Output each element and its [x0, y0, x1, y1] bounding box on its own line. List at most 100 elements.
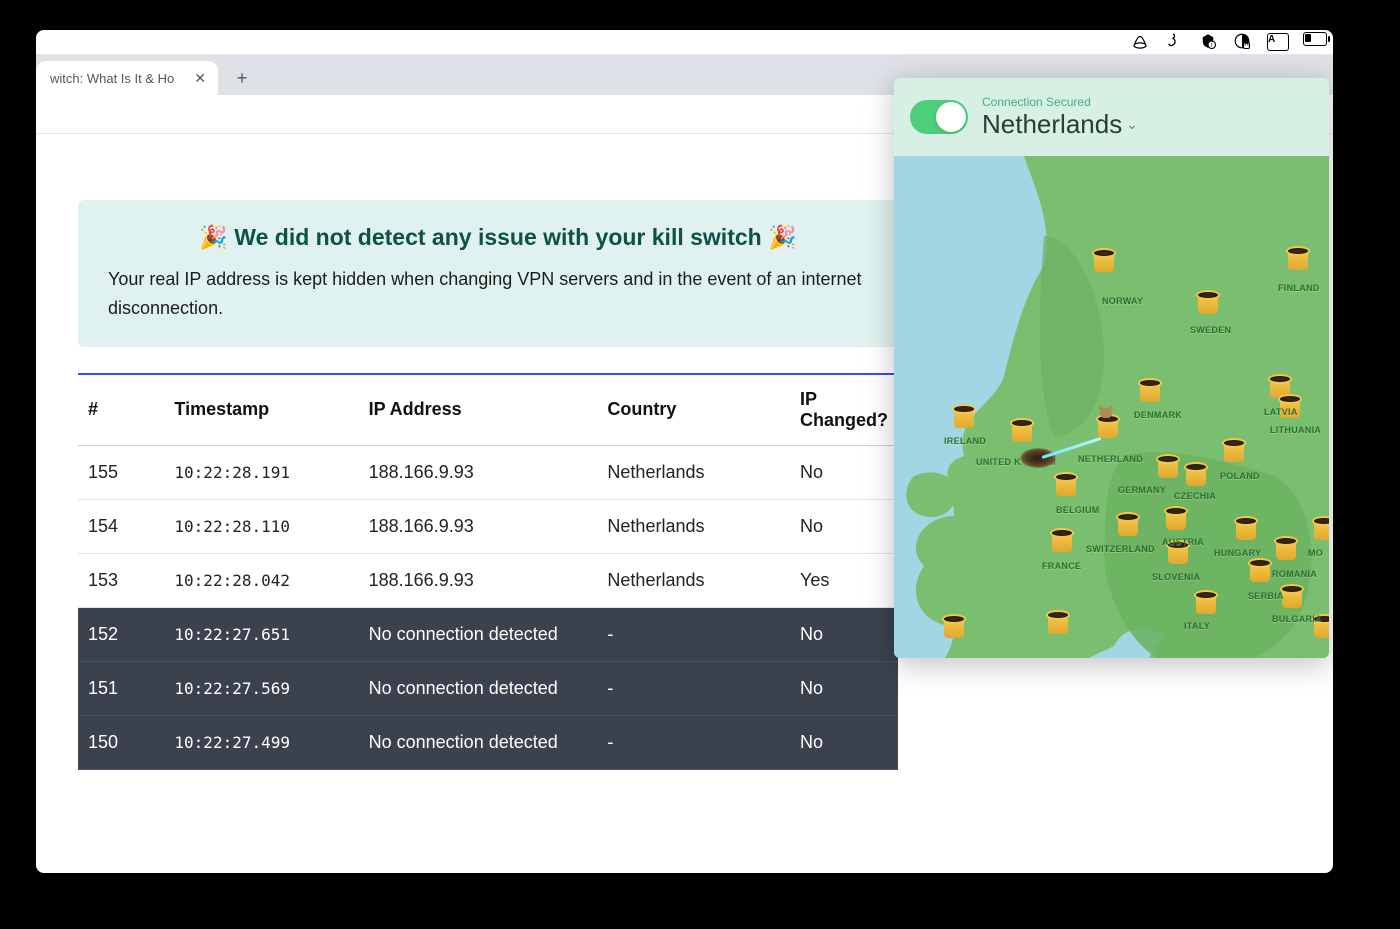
map-country-label: LITHUANIA	[1270, 425, 1321, 435]
cell-ip: No connection detected	[359, 607, 598, 661]
cell-country: -	[597, 661, 790, 715]
menubar-icon-1[interactable]	[1131, 32, 1151, 52]
map-tunnel-marker[interactable]	[1194, 590, 1218, 616]
menubar-icon-4[interactable]	[1233, 32, 1253, 52]
map-country-label: SWITZERLAND	[1086, 544, 1155, 554]
menubar-icon-3[interactable]: !	[1199, 32, 1219, 52]
map-tunnel-marker[interactable]	[1138, 378, 1162, 404]
map-tunnel-marker[interactable]	[1196, 290, 1220, 316]
map-country-label: NETHERLAND	[1078, 454, 1143, 464]
map-country-label: BULGARIA	[1272, 614, 1322, 624]
map-tunnel-marker[interactable]	[1312, 516, 1329, 542]
cell-ip: No connection detected	[359, 661, 598, 715]
table-row: 15210:22:27.651No connection detected-No	[78, 607, 898, 661]
map-country-label: MO	[1308, 548, 1323, 558]
map-country-label: UNITED K	[976, 457, 1021, 467]
cell-ip: No connection detected	[359, 715, 598, 769]
map-country-label: ITALY	[1184, 621, 1210, 631]
cell-timestamp: 10:22:27.651	[164, 607, 358, 661]
table-row: 15510:22:28.191188.166.9.93NetherlandsNo	[78, 445, 898, 499]
map-country-label: LATVIA	[1264, 407, 1298, 417]
map-country-label: IRELAND	[944, 436, 986, 446]
map-bear-icon	[1097, 406, 1115, 420]
vpn-popover: ⤢ ⚙ Connection Secured Netherlands⌄	[894, 78, 1329, 658]
table-row: 15410:22:28.110188.166.9.93NetherlandsNo	[78, 499, 898, 553]
banner-heading: 🎉 We did not detect any issue with your …	[108, 224, 888, 251]
map-country-label: CZECHIA	[1174, 491, 1216, 501]
battery-icon[interactable]	[1303, 32, 1323, 52]
cell-country: -	[597, 607, 790, 661]
cell-country: Netherlands	[597, 445, 790, 499]
map-country-label: DENMARK	[1134, 410, 1182, 420]
map-country-label: BELGIUM	[1056, 505, 1100, 515]
cell-ip: 188.166.9.93	[359, 499, 598, 553]
map-tunnel-marker[interactable]	[1184, 462, 1208, 488]
map-country-label: SERBIA	[1248, 591, 1284, 601]
cell-country: Netherlands	[597, 553, 790, 607]
map-country-label: SLOVENIA	[1152, 572, 1200, 582]
menu-bar: ! A	[36, 30, 1333, 55]
banner-body: Your real IP address is kept hidden when…	[108, 265, 888, 323]
map-tunnel-marker[interactable]	[1234, 516, 1258, 542]
cell-ip: 188.166.9.93	[359, 445, 598, 499]
map-country-label: HUNGARY	[1214, 548, 1261, 558]
map-tunnel-marker[interactable]	[1156, 454, 1180, 480]
map-tunnel-marker[interactable]	[1274, 536, 1298, 562]
col-ip: IP Address	[359, 374, 598, 446]
browser-tab[interactable]: witch: What Is It & Ho ✕	[36, 61, 218, 95]
close-tab-icon[interactable]: ✕	[194, 70, 206, 87]
map-country-label: SWEDEN	[1190, 325, 1231, 335]
cell-num: 150	[78, 715, 164, 769]
map-tunnel-marker[interactable]	[942, 614, 966, 640]
cell-timestamp: 10:22:28.110	[164, 499, 358, 553]
cell-timestamp: 10:22:28.191	[164, 445, 358, 499]
col-num: #	[78, 374, 164, 446]
col-country: Country	[597, 374, 790, 446]
map-country-label: FINLAND	[1278, 283, 1320, 293]
cell-country: Netherlands	[597, 499, 790, 553]
map-tunnel-marker[interactable]	[1286, 246, 1310, 272]
vpn-toggle[interactable]	[910, 100, 968, 134]
vpn-map[interactable]: NORWAY FINLAND SWEDEN LATVIA DENMARK LITHUANI…	[894, 156, 1329, 658]
cell-num: 151	[78, 661, 164, 715]
table-row: 15110:22:27.569No connection detected-No	[78, 661, 898, 715]
cell-country: -	[597, 715, 790, 769]
map-tunnel-marker[interactable]	[1010, 418, 1034, 444]
map-origin-hole	[1020, 448, 1056, 468]
cell-num: 152	[78, 607, 164, 661]
map-country-label: ROMANIA	[1272, 569, 1317, 579]
map-tunnel-marker[interactable]	[1164, 506, 1188, 532]
map-country-label: GERMANY	[1118, 485, 1166, 495]
input-source-indicator[interactable]: A	[1267, 33, 1289, 51]
map-tunnel-marker[interactable]	[1222, 438, 1246, 464]
vpn-country-selector[interactable]: Netherlands⌄	[982, 109, 1138, 140]
cell-num: 155	[78, 445, 164, 499]
svg-text:!: !	[1211, 43, 1213, 49]
map-tunnel-marker[interactable]	[952, 404, 976, 430]
vpn-status: Connection Secured	[982, 95, 1138, 109]
table-row: 15310:22:28.042188.166.9.93NetherlandsYe…	[78, 553, 898, 607]
map-country-label: AUSTRIA	[1162, 537, 1204, 547]
map-tunnel-marker[interactable]	[1092, 248, 1116, 274]
cell-timestamp: 10:22:27.499	[164, 715, 358, 769]
cell-changed: No	[790, 607, 898, 661]
new-tab-button[interactable]: +	[228, 64, 256, 92]
cell-changed: No	[790, 715, 898, 769]
cell-num: 153	[78, 553, 164, 607]
map-country-label: FRANCE	[1042, 561, 1081, 571]
cell-timestamp: 10:22:28.042	[164, 553, 358, 607]
table-row: 15010:22:27.499No connection detected-No	[78, 715, 898, 769]
map-tunnel-marker[interactable]	[1248, 558, 1272, 584]
map-tunnel-marker[interactable]	[1116, 512, 1140, 538]
col-timestamp: Timestamp	[164, 374, 358, 446]
map-tunnel-marker[interactable]	[1050, 528, 1074, 554]
tab-title: witch: What Is It & Ho	[50, 71, 174, 86]
map-tunnel-marker[interactable]	[1046, 610, 1070, 636]
cell-ip: 188.166.9.93	[359, 553, 598, 607]
menubar-icon-2[interactable]	[1165, 32, 1185, 52]
cell-changed: No	[790, 445, 898, 499]
result-banner: 🎉 We did not detect any issue with your …	[78, 200, 918, 347]
cell-changed: Yes	[790, 553, 898, 607]
map-country-label: NORWAY	[1102, 296, 1143, 306]
map-tunnel-marker[interactable]	[1054, 472, 1078, 498]
